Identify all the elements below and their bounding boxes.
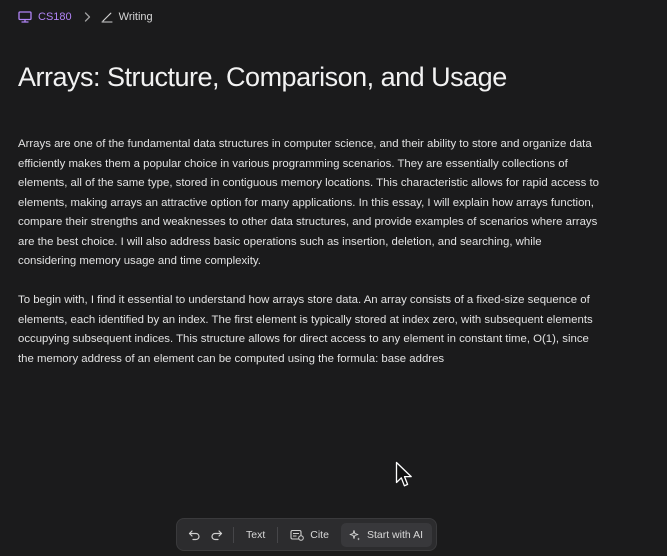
monitor-icon: [18, 11, 32, 23]
start-with-ai-button[interactable]: Start with AI: [340, 522, 432, 547]
mouse-pointer-icon: [395, 461, 412, 487]
editor-page: CS180 Writing Arrays: Structure, Compari…: [0, 0, 667, 556]
breadcrumb: CS180 Writing: [18, 11, 153, 23]
toolbar-divider: [277, 526, 279, 543]
undo-icon: [188, 529, 200, 540]
undo-button[interactable]: [183, 524, 205, 546]
redo-icon: [210, 529, 222, 540]
editor-toolbar: Text Cite Start with AI: [176, 518, 437, 551]
breadcrumb-document[interactable]: Writing: [101, 11, 153, 23]
breadcrumb-course[interactable]: CS180: [18, 11, 72, 23]
document-body[interactable]: Arrays are one of the fundamental data s…: [18, 135, 603, 389]
breadcrumb-document-label: Writing: [118, 11, 153, 23]
breadcrumb-course-label: CS180: [38, 11, 72, 23]
sparkle-icon: [349, 529, 360, 540]
chevron-right-icon: [84, 12, 91, 22]
cite-button-label: Cite: [310, 528, 329, 541]
paragraph[interactable]: Arrays are one of the fundamental data s…: [18, 135, 603, 272]
pen-icon: [101, 12, 113, 23]
document-title[interactable]: Arrays: Structure, Comparison, and Usage: [18, 62, 507, 93]
paragraph[interactable]: To begin with, I find it essential to un…: [18, 291, 603, 369]
start-with-ai-label: Start with AI: [366, 528, 423, 541]
text-button[interactable]: Text: [240, 523, 271, 547]
cite-icon: [290, 529, 305, 541]
redo-button[interactable]: [205, 524, 227, 546]
toolbar-divider: [233, 526, 234, 543]
text-button-label: Text: [246, 528, 266, 541]
cite-button[interactable]: Cite: [284, 523, 335, 547]
